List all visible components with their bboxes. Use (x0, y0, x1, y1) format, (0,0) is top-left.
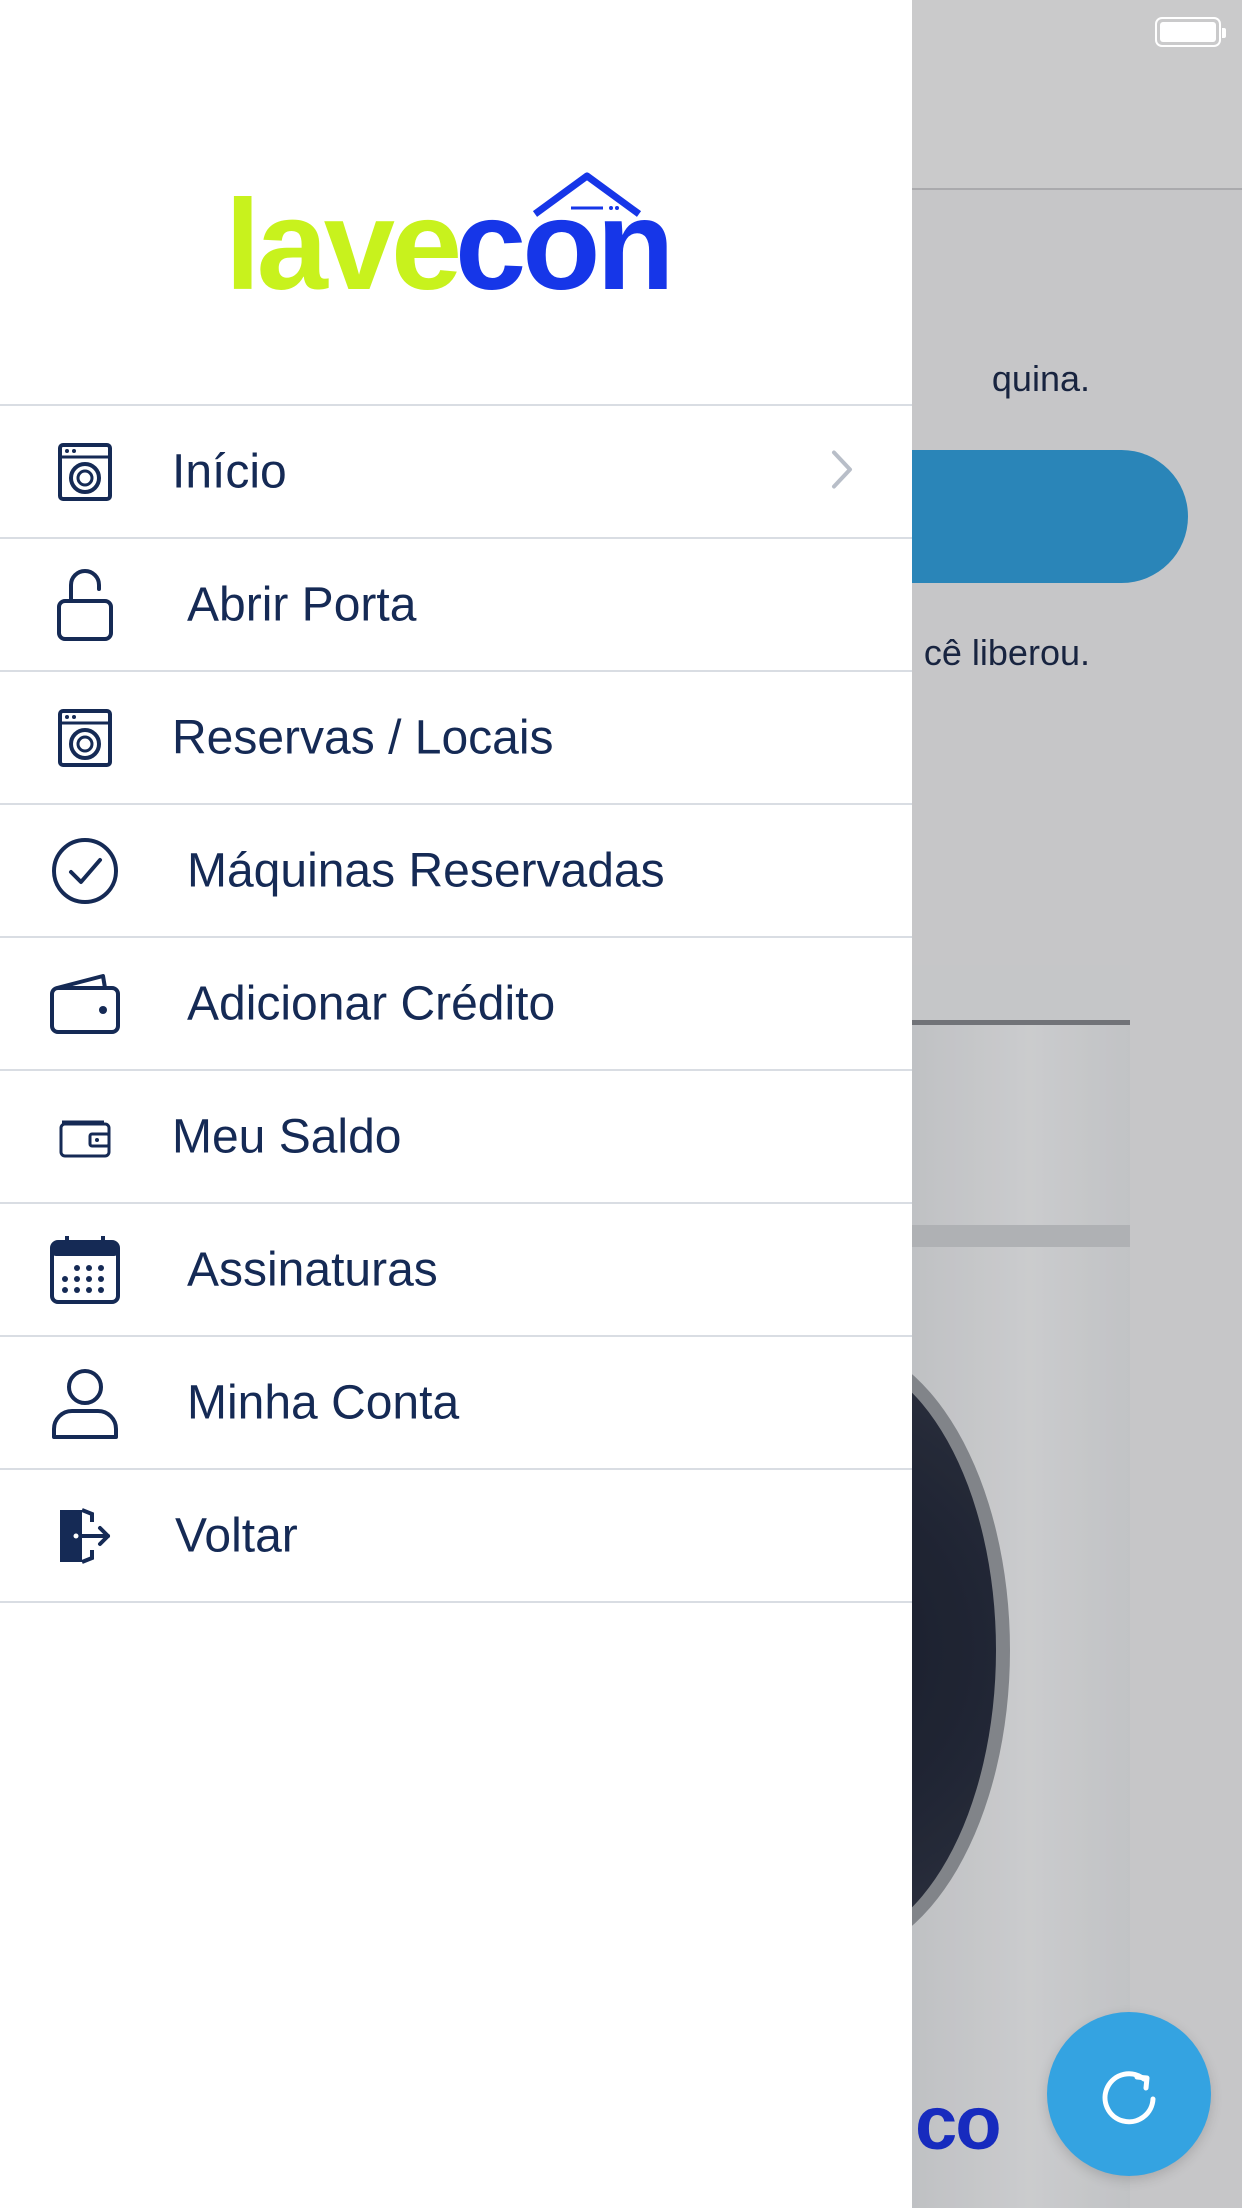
menu-item-meu-saldo[interactable]: Meu Saldo (0, 1071, 912, 1204)
wallet-icon (48, 967, 122, 1041)
wallet-card-icon (48, 1100, 122, 1174)
lavecon-logo: lave con (225, 170, 685, 310)
menu-item-label: Máquinas Reservadas (187, 844, 665, 897)
washing-machine-icon (48, 701, 122, 775)
refresh-button[interactable] (1047, 2012, 1211, 2176)
menu-item-abrir-porta[interactable]: Abrir Porta (0, 539, 912, 672)
menu-item-label: Minha Conta (187, 1376, 460, 1429)
menu-item-label: Reservas / Locais (172, 711, 554, 764)
washing-machine-icon (48, 435, 122, 509)
check-circle-icon (48, 834, 122, 908)
drawer-menu: Início Abrir Porta Reservas / Locais Máq… (0, 404, 912, 1603)
calendar-icon (48, 1233, 122, 1307)
unlock-icon (48, 568, 122, 642)
logo-house-icon (532, 172, 642, 217)
battery-icon (1155, 17, 1226, 47)
navigation-drawer: lave con Início Abrir Porta Reservas / L… (0, 0, 912, 2208)
menu-item-maquinas-reservadas[interactable]: Máquinas Reservadas (0, 805, 912, 938)
menu-item-assinaturas[interactable]: Assinaturas (0, 1204, 912, 1337)
menu-item-voltar[interactable]: Voltar (0, 1470, 912, 1603)
menu-item-reservas-locais[interactable]: Reservas / Locais (0, 672, 912, 805)
user-icon (48, 1366, 122, 1440)
refresh-icon (1102, 2071, 1156, 2125)
menu-item-adicionar-credito[interactable]: Adicionar Crédito (0, 938, 912, 1071)
menu-item-label: Voltar (175, 1509, 298, 1562)
logout-icon (48, 1499, 122, 1573)
menu-item-label: Assinaturas (187, 1243, 438, 1296)
menu-item-label: Meu Saldo (172, 1110, 402, 1163)
menu-item-label: Adicionar Crédito (187, 977, 556, 1030)
chevron-right-icon (830, 448, 854, 495)
menu-item-inicio[interactable]: Início (0, 406, 912, 539)
logo-text-lave: lave (225, 174, 462, 317)
menu-item-label: Início (172, 445, 287, 498)
menu-item-minha-conta[interactable]: Minha Conta (0, 1337, 912, 1470)
menu-item-label: Abrir Porta (187, 578, 417, 631)
